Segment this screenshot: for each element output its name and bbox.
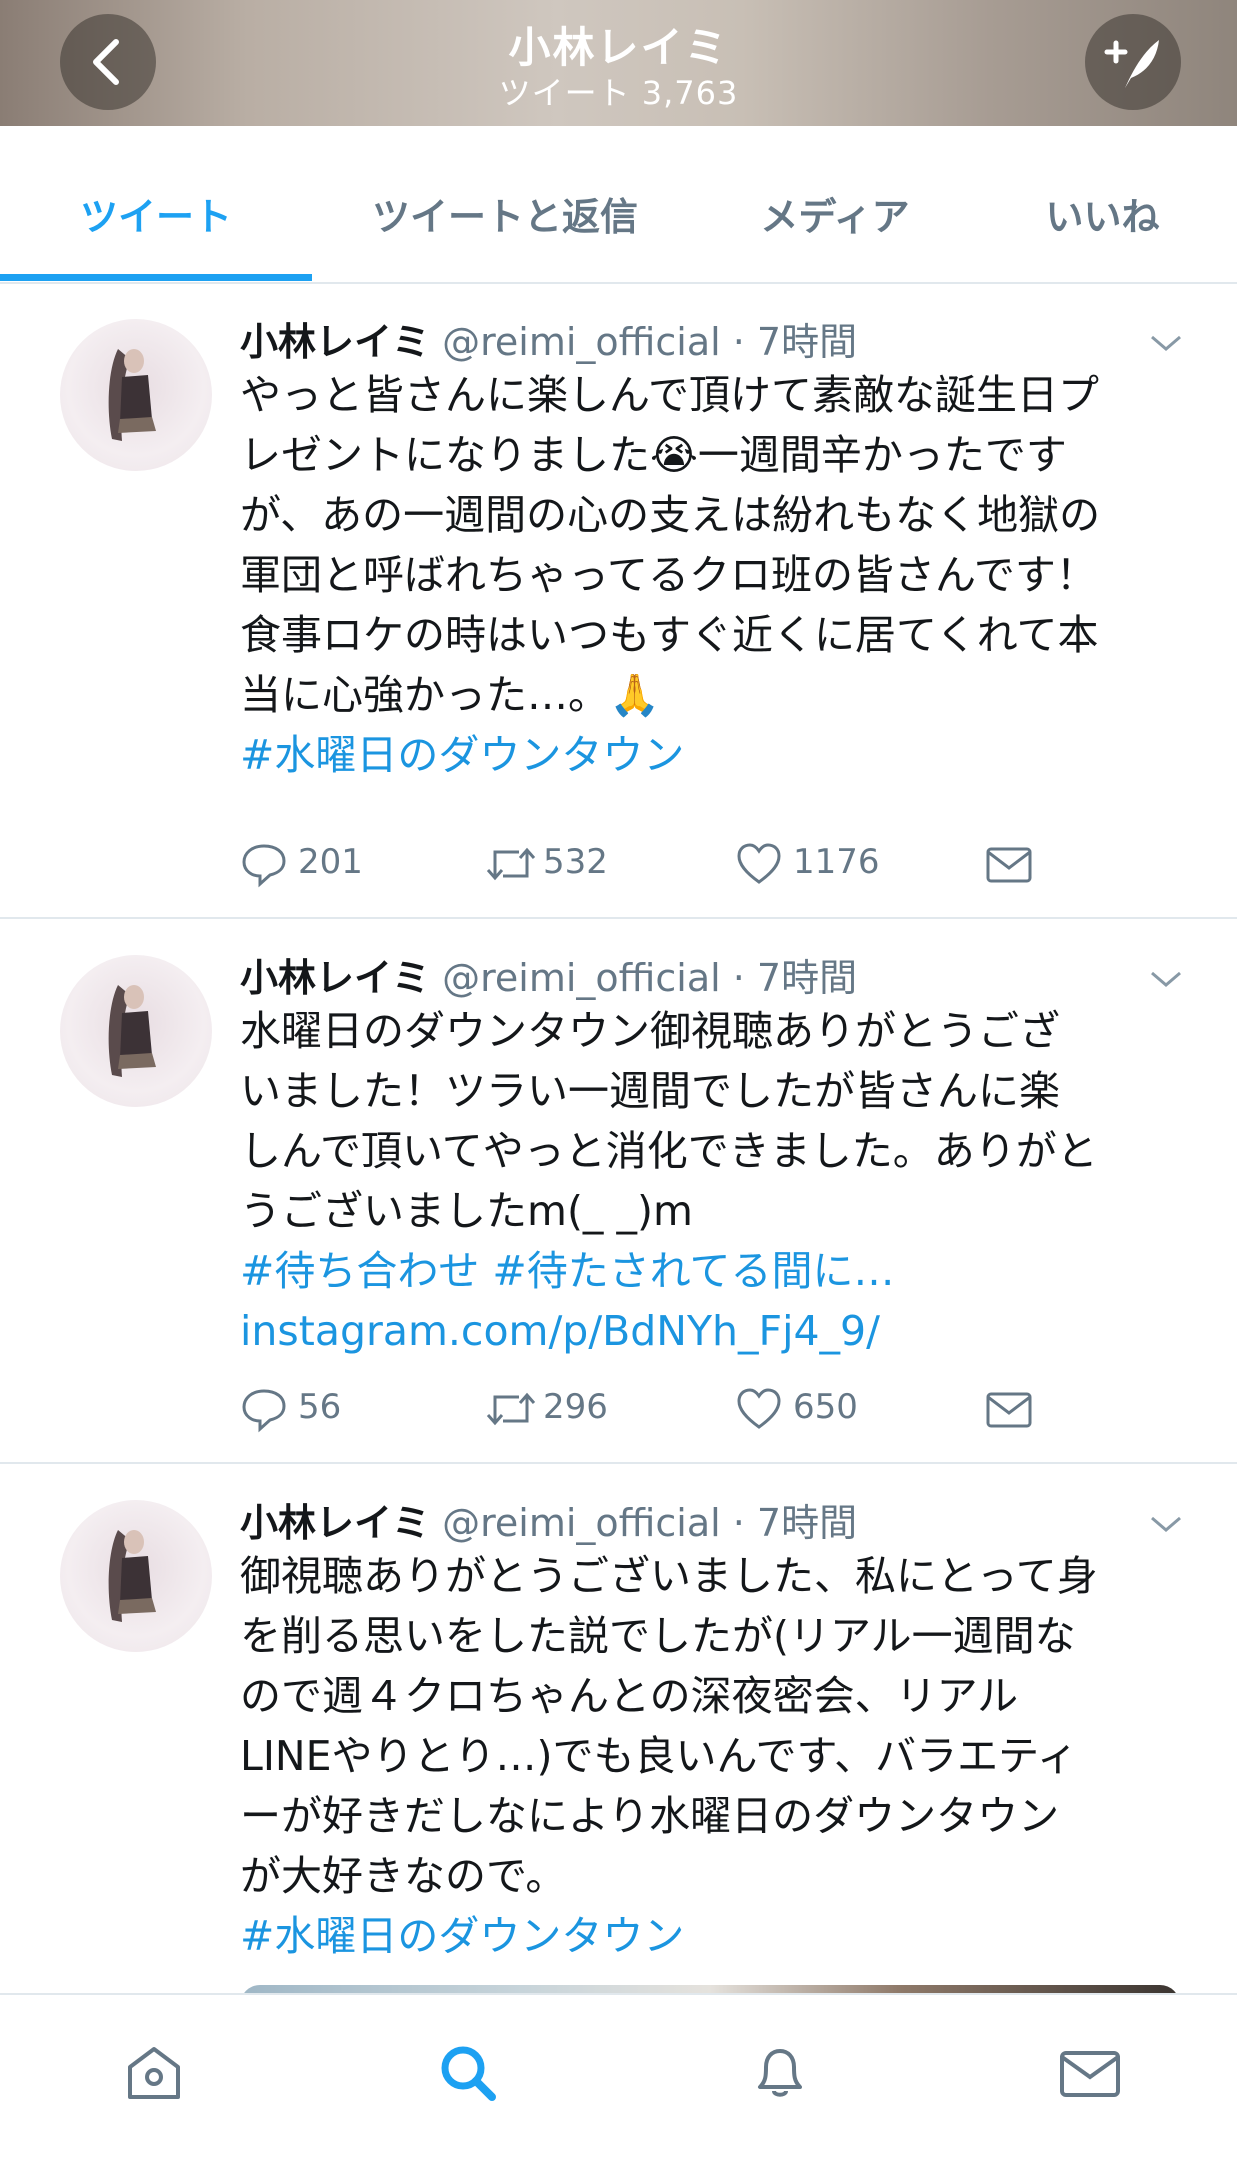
profile-photo-icon bbox=[108, 1530, 156, 1622]
tweet-text: 水曜日のダウンタウン御視聴ありがとうござ いました！ツラい一週間でしたが皆さんに… bbox=[240, 1001, 1190, 1361]
tweet-text-line: うございましたm(_ _)m bbox=[240, 1187, 693, 1235]
envelope-icon bbox=[986, 847, 1032, 883]
tweet-text-line: が大好きなので。 bbox=[240, 1852, 567, 1900]
avatar[interactable] bbox=[60, 1500, 212, 1652]
tweet-actions: 201 532 1176 bbox=[240, 838, 1140, 888]
tweet-text: やっと皆さんに楽しんで頂けて素敵な誕生日プ レゼントになりました😭一週間辛かった… bbox=[240, 365, 1190, 785]
tweet-text-line: ーが好きだしなにより水曜日のダウンタウン bbox=[240, 1792, 1060, 1840]
nav-home[interactable] bbox=[122, 2041, 186, 2105]
tweet-header: 小林レイミ @reimi_official · 7時間 bbox=[240, 311, 857, 366]
tweet-text-line: レゼントになりました😭一週間辛かったです bbox=[240, 431, 1067, 479]
profile-title: 小林レイミ bbox=[508, 23, 729, 72]
nav-search[interactable] bbox=[436, 2041, 500, 2105]
profile-header: 小林レイミ ツイート 3,763 bbox=[0, 0, 1237, 126]
active-tab-indicator bbox=[0, 274, 312, 281]
chevron-down-icon[interactable] bbox=[1148, 1512, 1184, 1536]
tweet-actions: 56 296 650 bbox=[240, 1383, 1140, 1433]
compose-button[interactable] bbox=[1085, 14, 1181, 110]
tweet-text-line: ので週４クロちゃんとの深夜密会、リアル bbox=[240, 1672, 1019, 1720]
author-handle-time: @reimi_official · 7時間 bbox=[442, 1501, 858, 1545]
reply-count: 56 bbox=[298, 1387, 342, 1427]
like-count: 650 bbox=[793, 1387, 858, 1427]
tweet-text-line: 御視聴ありがとうございました、私にとって身 bbox=[240, 1552, 1098, 1600]
chevron-down-icon[interactable] bbox=[1148, 331, 1184, 355]
tweet-header: 小林レイミ @reimi_official · 7時間 bbox=[240, 1492, 857, 1547]
tweet-text-line: 水曜日のダウンタウン御視聴ありがとうござ bbox=[240, 1007, 1060, 1055]
envelope-icon bbox=[986, 1392, 1032, 1428]
tweet-text-line: やっと皆さんに楽しんで頂けて素敵な誕生日プ bbox=[240, 371, 1099, 419]
tweet-text-line: 食事ロケの時はいつもすぐ近くに居てくれて本 bbox=[240, 611, 1099, 659]
home-icon bbox=[128, 2047, 180, 2099]
retweet-count: 532 bbox=[543, 842, 608, 882]
author-name[interactable]: 小林レイミ bbox=[240, 320, 430, 364]
instagram-link[interactable]: instagram.com/p/BdNYh_Fj4_9/ bbox=[240, 1301, 1190, 1361]
retweet-count: 296 bbox=[543, 1387, 608, 1427]
tweet-header: 小林レイミ @reimi_official · 7時間 bbox=[240, 947, 857, 1002]
author-handle-time: @reimi_official · 7時間 bbox=[442, 320, 858, 364]
tweet-text-line: を削る思いをした説でしたが(リアル一週間な bbox=[240, 1612, 1076, 1660]
profile-tabs: ツイート ツイートと返信 メディア いいね bbox=[0, 126, 1237, 284]
profile-photo-icon bbox=[108, 985, 156, 1077]
author-name[interactable]: 小林レイミ bbox=[240, 956, 430, 1000]
search-icon bbox=[441, 2046, 496, 2101]
nav-notifications[interactable] bbox=[748, 2041, 812, 2105]
avatar[interactable] bbox=[60, 319, 212, 471]
tweet-text-line: LINEやりとり…)でも良いんです、バラエティ bbox=[240, 1732, 1078, 1780]
tweet-count: ツイート 3,763 bbox=[498, 74, 739, 112]
avatar[interactable] bbox=[60, 955, 212, 1107]
author-name[interactable]: 小林レイミ bbox=[240, 1501, 430, 1545]
retweet-icon bbox=[486, 847, 536, 881]
tab-tweets-and-replies[interactable]: ツイートと返信 bbox=[340, 186, 670, 241]
like-count: 1176 bbox=[793, 842, 880, 882]
tweet-text-line: 軍団と呼ばれちゃってるクロ班の皆さんです！ bbox=[240, 551, 1097, 599]
chevron-down-icon[interactable] bbox=[1148, 967, 1184, 991]
tweet-text-line: 当に心強かった…。🙏 bbox=[240, 671, 661, 719]
retweet-icon bbox=[486, 1392, 536, 1426]
bottom-nav bbox=[0, 1993, 1237, 2145]
heart-icon bbox=[737, 843, 781, 884]
author-handle-time: @reimi_official · 7時間 bbox=[442, 956, 858, 1000]
tweet[interactable]: 小林レイミ @reimi_official · 7時間 水曜日のダウンタウン御視… bbox=[0, 919, 1237, 1464]
heart-icon bbox=[737, 1388, 781, 1429]
hashtag-link[interactable]: #待ち合わせ #待たされてる間に… bbox=[240, 1241, 1190, 1301]
hashtag-link[interactable]: #水曜日のダウンタウン bbox=[240, 1906, 1190, 1966]
nav-messages[interactable] bbox=[1058, 2041, 1122, 2105]
tab-media[interactable]: メディア bbox=[720, 186, 950, 241]
reply-icon bbox=[242, 1389, 286, 1433]
compose-tweet-icon bbox=[1104, 40, 1159, 88]
tweet-text-line: が、あの一週間の心の支えは紛れもなく地獄の bbox=[240, 491, 1101, 539]
messages-envelope-icon bbox=[1060, 2051, 1120, 2097]
tweet-text: 御視聴ありがとうございました、私にとって身 を削る思いをした説でしたが(リアル一… bbox=[240, 1546, 1190, 1966]
tab-likes[interactable]: いいね bbox=[1000, 186, 1205, 241]
reply-count: 201 bbox=[298, 842, 363, 882]
tweet-text-line: いました！ツラい一週間でしたが皆さんに楽 bbox=[240, 1067, 1060, 1115]
tweet-text-line: しんで頂いてやっと消化できました。ありがと bbox=[240, 1127, 1098, 1175]
reply-icon bbox=[242, 844, 286, 888]
hashtag-link[interactable]: #水曜日のダウンタウン bbox=[240, 725, 1190, 785]
profile-photo-icon bbox=[108, 349, 156, 441]
tweet[interactable]: 小林レイミ @reimi_official · 7時間 やっと皆さんに楽しんで頂… bbox=[0, 283, 1237, 919]
tab-tweets[interactable]: ツイート bbox=[0, 186, 312, 241]
notifications-bell-icon bbox=[758, 2049, 802, 2097]
